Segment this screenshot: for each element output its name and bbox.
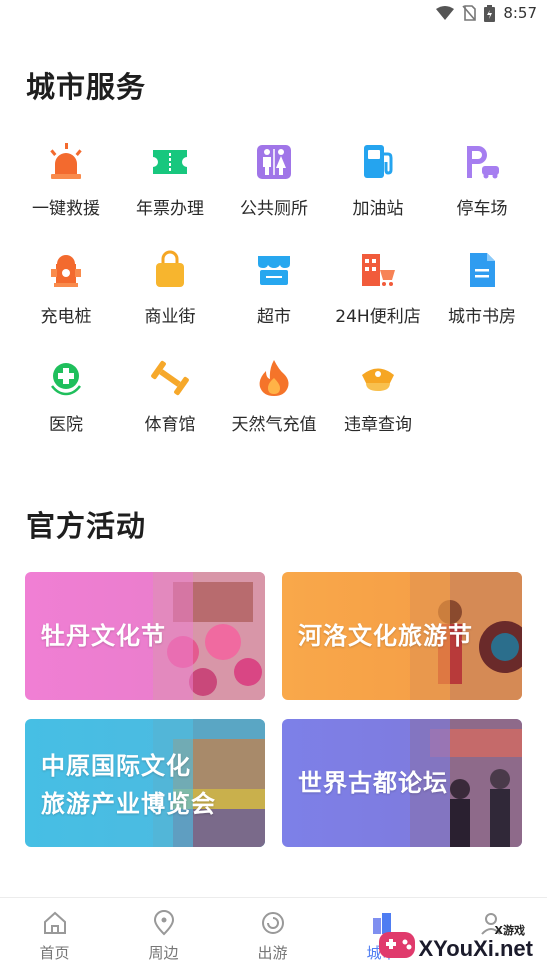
service-hospital[interactable]: 医院 xyxy=(14,356,118,464)
service-label: 公共厕所 xyxy=(240,199,308,219)
activity-title: 牡丹文化节 xyxy=(41,617,166,655)
location-pin-icon xyxy=(153,910,174,936)
activity-title-line: 世界古都论坛 xyxy=(298,769,448,797)
service-gas-station[interactable]: 加油站 xyxy=(326,140,430,248)
service-label: 年票办理 xyxy=(136,199,204,219)
activity-ancient-capitals-forum[interactable]: 世界古都论坛 xyxy=(282,719,522,847)
status-time: 8:57 xyxy=(503,4,537,22)
swirl-icon xyxy=(261,912,284,934)
activity-title: 河洛文化旅游节 xyxy=(298,617,473,655)
tab-label: 出游 xyxy=(257,944,288,962)
service-gas-recharge[interactable]: 天然气充值 xyxy=(222,356,326,464)
police-cap-icon xyxy=(356,356,400,400)
status-bar: 8:57 xyxy=(0,0,547,30)
service-label: 加油站 xyxy=(352,199,404,219)
dumbbell-icon xyxy=(148,356,192,400)
status-icons: 8:57 xyxy=(436,4,537,22)
service-gym[interactable]: 体育馆 xyxy=(118,356,222,464)
shopping-bag-icon xyxy=(148,248,192,292)
flame-icon xyxy=(252,356,296,400)
tab-label: 周边 xyxy=(148,944,179,962)
service-label: 超市 xyxy=(257,307,291,327)
activity-cultural-expo[interactable]: 中原国际文化 旅游产业博览会 xyxy=(25,719,265,847)
service-charging-pile[interactable]: 充电桩 xyxy=(14,248,118,356)
service-label: 医院 xyxy=(49,415,83,435)
service-label: 充电桩 xyxy=(40,307,92,327)
tab-label: 首页 xyxy=(39,944,70,962)
service-violation-query[interactable]: 违章查询 xyxy=(326,356,430,464)
service-label: 体育馆 xyxy=(144,415,196,435)
service-shopping-street[interactable]: 商业街 xyxy=(118,248,222,356)
activities-title: 官方活动 xyxy=(26,509,147,543)
service-label: 天然气充值 xyxy=(231,415,317,435)
service-24h-store[interactable]: 24H便利店 xyxy=(326,248,430,356)
siren-icon xyxy=(44,140,88,184)
wifi-icon xyxy=(436,6,455,20)
services-row: 医院 体育馆 天然气充值 违章查询 xyxy=(14,356,534,464)
service-parking[interactable]: 停车场 xyxy=(430,140,534,248)
tab-nearby[interactable]: 周边 xyxy=(109,898,218,974)
hydrant-icon xyxy=(44,248,88,292)
activity-title-line: 旅游产业博览会 xyxy=(41,790,216,818)
parking-icon xyxy=(460,140,504,184)
ticket-icon xyxy=(148,140,192,184)
service-rescue[interactable]: 一键救援 xyxy=(14,140,118,248)
activity-title-line: 牡丹文化节 xyxy=(41,622,166,650)
service-supermarket[interactable]: 超市 xyxy=(222,248,326,356)
service-restroom[interactable]: 公共厕所 xyxy=(222,140,326,248)
services-row: 充电桩 商业街 超市 24H便利店 城市书房 xyxy=(14,248,534,356)
service-label: 商业街 xyxy=(144,307,196,327)
restroom-icon xyxy=(252,140,296,184)
activity-title: 中原国际文化 旅游产业博览会 xyxy=(41,747,216,823)
services-title: 城市服务 xyxy=(26,70,147,104)
home-icon xyxy=(43,911,66,934)
activity-photo xyxy=(153,572,265,700)
services-row: 一键救援 年票办理 公共厕所 加油站 停车场 xyxy=(14,140,534,248)
service-label: 违章查询 xyxy=(344,415,412,435)
document-icon xyxy=(460,248,504,292)
tab-travel[interactable]: 出游 xyxy=(218,898,327,974)
service-label: 城市书房 xyxy=(448,307,516,327)
service-label: 一键救援 xyxy=(32,199,100,219)
service-annual-ticket[interactable]: 年票办理 xyxy=(118,140,222,248)
activity-heluo-festival[interactable]: 河洛文化旅游节 xyxy=(282,572,522,700)
no-sim-icon xyxy=(462,5,477,21)
activity-title: 世界古都论坛 xyxy=(298,764,448,802)
activity-title-line: 河洛文化旅游节 xyxy=(298,622,473,650)
activity-title-line: 中原国际文化 xyxy=(41,752,191,780)
activity-peony-festival[interactable]: 牡丹文化节 xyxy=(25,572,265,700)
service-city-library[interactable]: 城市书房 xyxy=(430,248,534,356)
tab-home[interactable]: 首页 xyxy=(0,898,109,974)
service-label: 停车场 xyxy=(456,199,508,219)
medical-cross-icon xyxy=(44,356,88,400)
service-label: 24H便利店 xyxy=(335,307,421,327)
services-grid: 一键救援 年票办理 公共厕所 加油站 停车场 充电桩 商业街 超市 24H便利店… xyxy=(14,140,534,464)
watermark-site-text: XYouXi.net xyxy=(418,936,534,961)
store-icon xyxy=(252,248,296,292)
battery-icon xyxy=(484,4,496,22)
gamepad-logo-icon xyxy=(379,932,415,958)
watermark: X游戏 XYouXi.net xyxy=(373,916,541,970)
shop-cart-icon xyxy=(356,248,400,292)
fuel-pump-icon xyxy=(356,140,400,184)
